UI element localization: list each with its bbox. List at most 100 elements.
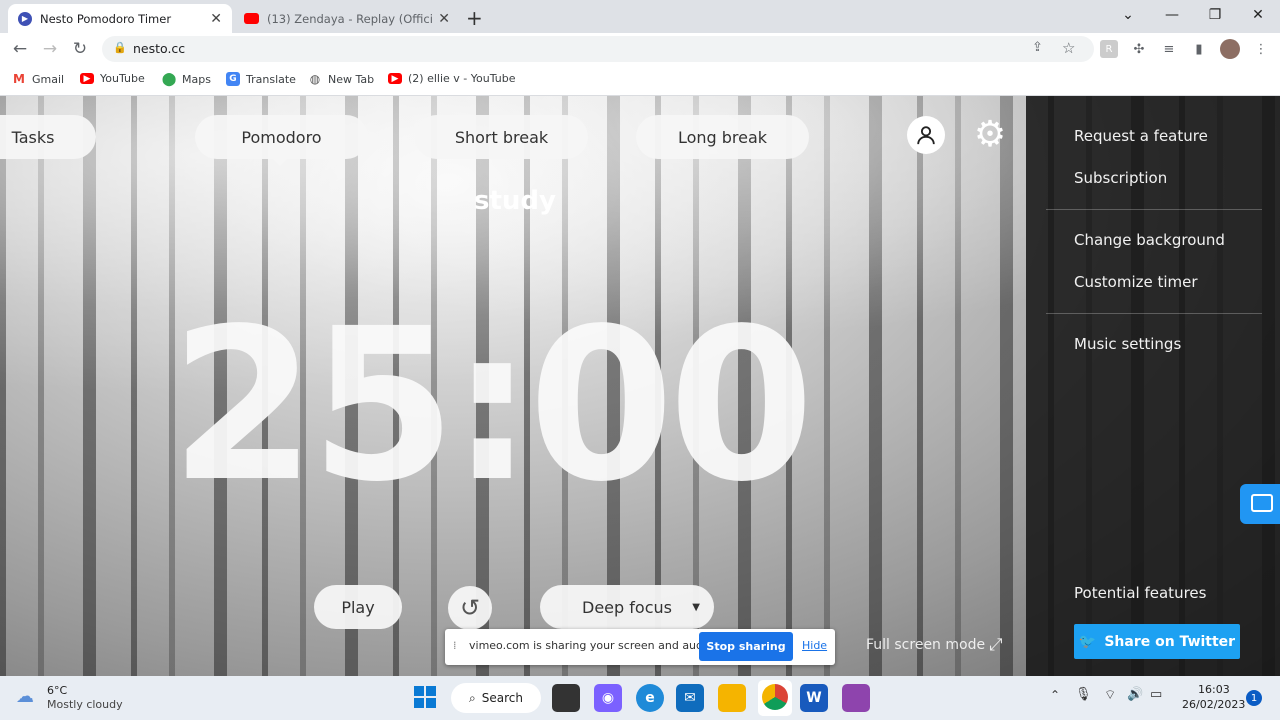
chat-icon <box>1251 494 1273 512</box>
tab-tasks[interactable]: Tasks <box>0 115 96 159</box>
youtube-icon: ▶ <box>80 73 94 84</box>
clock-date[interactable]: 26/02/2023 <box>1182 698 1245 711</box>
active-tab-pointer <box>272 158 288 166</box>
teams-chat-icon[interactable]: ◉ <box>594 684 622 712</box>
microphone-icon[interactable]: 🎙 <box>1075 687 1092 702</box>
menu-divider <box>1046 209 1262 210</box>
tab-short-break[interactable]: Short break <box>415 115 588 159</box>
reset-icon[interactable]: ↺ <box>448 586 492 630</box>
bookmark-star-icon[interactable]: ☆ <box>1062 39 1075 57</box>
mail-icon[interactable]: ✉ <box>676 684 704 712</box>
bookmarks-bar: M Gmail ▶ YouTube ⬤ Maps G Translate ◍ N… <box>0 65 1280 96</box>
close-window-button[interactable]: ✕ <box>1238 3 1278 27</box>
avatar[interactable] <box>1220 39 1240 59</box>
drag-handle-icon[interactable]: ⁞ <box>453 639 457 652</box>
clipchamp-icon[interactable] <box>842 684 870 712</box>
settings-gear-icon[interactable]: ⚙ <box>970 114 1010 155</box>
bookmark-maps[interactable]: ⬤ Maps <box>161 71 211 87</box>
extensions-puzzle-icon[interactable]: ✣ <box>1130 40 1148 58</box>
bookmark-new-tab[interactable]: ◍ New Tab <box>308 72 374 86</box>
stop-sharing-button[interactable]: Stop sharing <box>699 632 793 661</box>
file-explorer-icon[interactable] <box>718 684 746 712</box>
bookmark-label: Gmail <box>32 72 65 86</box>
screen-share-bar: ⁞ vimeo.com is sharing your screen and a… <box>445 629 835 665</box>
tab-title: Nesto Pomodoro Timer <box>40 11 172 26</box>
bookmark-label: New Tab <box>328 72 375 86</box>
fullscreen-label[interactable]: Full screen mode <box>866 637 985 653</box>
bookmark-youtube[interactable]: ▶ YouTube <box>80 72 145 85</box>
battery-icon[interactable]: ▭ <box>1150 687 1162 702</box>
chat-widget-button[interactable] <box>1240 484 1280 524</box>
extension-icon[interactable]: R <box>1100 40 1118 58</box>
url-text: nesto.cc <box>133 41 186 56</box>
bookmark-ellie-v[interactable]: ▶ (2) ellie v - YouTube <box>388 72 515 85</box>
menu-music-settings[interactable]: Music settings <box>1074 335 1181 353</box>
fullscreen-icon[interactable]: ⤢ <box>989 635 1003 655</box>
windows-start-icon[interactable] <box>414 686 436 708</box>
tab-long-break[interactable]: Long break <box>636 115 809 159</box>
weather-temp[interactable]: 6°C <box>47 684 67 697</box>
menu-change-background[interactable]: Change background <box>1074 231 1225 249</box>
menu-kebab-icon[interactable]: ⋮ <box>1252 40 1270 58</box>
forward-icon[interactable]: → <box>38 38 62 60</box>
maps-icon: ⬤ <box>161 71 177 87</box>
share-twitter-button[interactable]: 🐦 Share on Twitter <box>1074 624 1240 659</box>
menu-request-feature[interactable]: Request a feature <box>1074 127 1208 145</box>
user-account-button[interactable] <box>907 116 945 154</box>
media-control-icon[interactable]: ≡ <box>1160 40 1178 58</box>
taskbar: ☁ 6°C Mostly cloudy ⌕ Search ◉ e ✉ W ⌃ 🎙… <box>0 676 1280 720</box>
session-label: study <box>474 186 556 216</box>
close-tab-icon[interactable]: ✕ <box>438 11 450 27</box>
focus-mode-value: Deep focus <box>582 597 672 617</box>
share-notice-text: vimeo.com is sharing your screen and aud… <box>469 639 717 652</box>
search-label: Search <box>481 691 523 705</box>
task-view-icon[interactable] <box>552 684 580 712</box>
edge-icon[interactable]: e <box>636 684 664 712</box>
share-page-icon[interactable]: ⇪ <box>1032 40 1043 55</box>
bookmark-label: Translate <box>246 72 296 86</box>
wifi-icon[interactable]: ⌔ <box>1104 687 1116 703</box>
weather-cloud-icon: ☁ <box>16 686 34 707</box>
notification-badge[interactable]: 1 <box>1246 690 1262 706</box>
volume-icon[interactable]: 🔊 <box>1127 687 1143 702</box>
tab-nesto[interactable]: ▶ Nesto Pomodoro Timer ✕ <box>8 4 232 33</box>
close-tab-icon[interactable]: ✕ <box>210 11 222 27</box>
search-icon: ⌕ <box>469 690 476 705</box>
tab-zendaya[interactable]: (13) Zendaya - Replay (Official Au ✕ <box>234 4 460 33</box>
show-hidden-icons[interactable]: ⌃ <box>1050 688 1060 702</box>
clock-time[interactable]: 16:03 <box>1198 683 1230 696</box>
translate-icon: G <box>226 72 240 86</box>
maximize-button[interactable]: ❐ <box>1195 3 1235 27</box>
weather-desc[interactable]: Mostly cloudy <box>47 698 123 711</box>
tab-search-icon[interactable]: ⌄ <box>1108 3 1148 27</box>
bookmark-translate[interactable]: G Translate <box>226 72 296 86</box>
tab-pomodoro[interactable]: Pomodoro <box>195 115 368 159</box>
menu-subscription[interactable]: Subscription <box>1074 169 1167 187</box>
menu-potential-features[interactable]: Potential features <box>1074 584 1206 602</box>
address-bar[interactable]: 🔒 nesto.cc ⇪ ☆ <box>102 36 1094 62</box>
tab-strip: ▶ Nesto Pomodoro Timer ✕ (13) Zendaya - … <box>0 0 1280 33</box>
caret-down-icon: ▼ <box>692 601 700 613</box>
bookmark-label: YouTube <box>100 72 145 85</box>
focus-mode-select[interactable]: Deep focus ▼ <box>540 585 714 629</box>
hide-link[interactable]: Hide <box>802 639 827 652</box>
word-icon[interactable]: W <box>800 684 828 712</box>
minimize-button[interactable]: — <box>1152 3 1192 27</box>
globe-icon: ◍ <box>309 72 321 86</box>
lock-icon: 🔒 <box>113 41 127 54</box>
menu-customize-timer[interactable]: Customize timer <box>1074 273 1198 291</box>
user-icon <box>917 126 935 145</box>
side-panel-icon[interactable]: ▮ <box>1190 40 1208 58</box>
twitter-icon: 🐦 <box>1078 633 1097 650</box>
taskbar-search[interactable]: ⌕ Search <box>451 683 541 713</box>
new-tab-button[interactable]: + <box>466 6 483 30</box>
bookmark-label: Maps <box>182 72 211 86</box>
back-icon[interactable]: ← <box>8 38 32 60</box>
reload-icon[interactable]: ↻ <box>68 38 92 60</box>
share-twitter-label: Share on Twitter <box>1104 633 1236 650</box>
chrome-taskbar-button[interactable] <box>758 680 792 716</box>
menu-divider <box>1046 313 1262 314</box>
bookmark-gmail[interactable]: M Gmail <box>12 72 64 86</box>
tab-title: (13) Zendaya - Replay (Official Au <box>267 11 433 26</box>
play-button[interactable]: Play <box>314 585 402 629</box>
